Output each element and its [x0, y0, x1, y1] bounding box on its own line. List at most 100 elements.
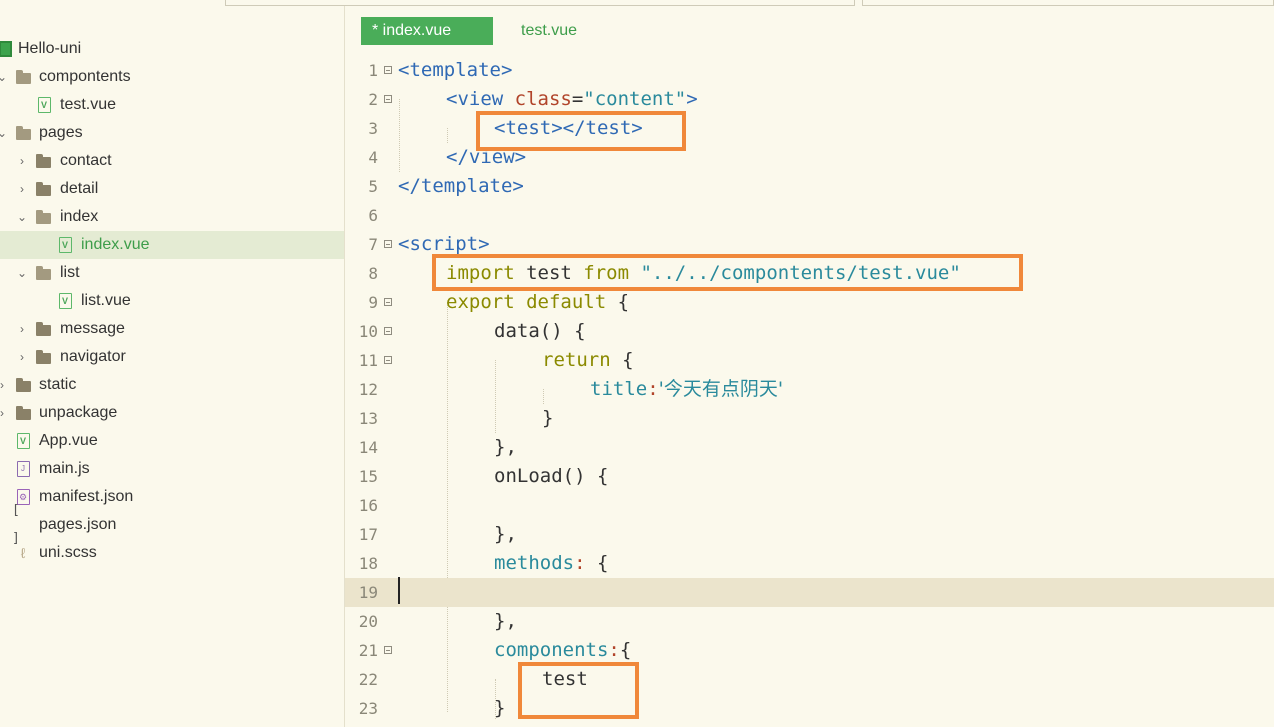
line-number: 1	[368, 61, 378, 80]
line-number: 21	[358, 641, 378, 660]
code-text: onLoad() {	[494, 465, 609, 487]
folder-open-icon	[14, 119, 32, 147]
code-line[interactable]: 18 methods: {	[345, 549, 1274, 578]
line-number: 12	[358, 380, 378, 399]
chevron-down-icon[interactable]: ⌄	[16, 259, 28, 287]
tree-item-list[interactable]: ⌄ list	[0, 259, 344, 287]
chevron-right-icon[interactable]: ›	[0, 371, 8, 399]
code-line[interactable]: 9 export default {	[345, 288, 1274, 317]
chevron-right-icon[interactable]: ›	[0, 399, 8, 427]
tree-item-static[interactable]: › static	[0, 371, 344, 399]
code-text: export default {	[446, 291, 630, 313]
code-editor[interactable]: 1 <template> 2 <view class="content"> 3 …	[345, 56, 1274, 727]
code-line[interactable]: 14 },	[345, 433, 1274, 462]
tree-item-main-js[interactable]: J main.js	[0, 455, 344, 483]
code-line[interactable]: 11 return {	[345, 346, 1274, 375]
chevron-right-icon[interactable]: ›	[16, 343, 28, 371]
code-text: }	[494, 697, 506, 719]
tree-label: navigator	[60, 348, 126, 365]
code-line[interactable]: 13 }	[345, 404, 1274, 433]
line-number: 13	[358, 409, 378, 428]
code-line[interactable]: 10 data() {	[345, 317, 1274, 346]
tree-item-detail[interactable]: › detail	[0, 175, 344, 203]
chevron-right-icon[interactable]: ›	[16, 147, 28, 175]
code-text: <template>	[398, 59, 513, 81]
code-text: }	[542, 407, 554, 429]
line-number: 14	[358, 438, 378, 457]
chevron-down-icon[interactable]: ⌄	[0, 63, 8, 91]
tree-item-manifest-json[interactable]: ⚙ manifest.json	[0, 483, 344, 511]
line-number: 20	[358, 612, 378, 631]
tree-label: unpackage	[39, 404, 118, 421]
chevron-right-icon[interactable]: ›	[16, 175, 28, 203]
line-number: 5	[368, 177, 378, 196]
highlight-box-test-tag	[476, 111, 686, 151]
line-number: 8	[368, 264, 378, 283]
tree-item-compontents[interactable]: ⌄ compontents	[0, 63, 344, 91]
code-line-current[interactable]: 19	[345, 578, 1274, 607]
text-caret	[398, 577, 400, 604]
code-line[interactable]: 20 },	[345, 607, 1274, 636]
tree-item-index-vue[interactable]: V index.vue	[0, 231, 344, 259]
vue-file-icon: V	[56, 287, 74, 315]
line-number: 18	[358, 554, 378, 573]
fold-icon[interactable]	[384, 646, 392, 654]
code-line[interactable]: 16	[345, 491, 1274, 520]
tree-item-navigator[interactable]: › navigator	[0, 343, 344, 371]
tree-item-pages-json[interactable]: [ ] pages.json	[0, 503, 344, 546]
code-text: title:'今天有点阴天'	[590, 378, 784, 400]
tree-label: static	[39, 376, 77, 393]
line-number: 3	[368, 119, 378, 138]
code-line[interactable]: 15 onLoad() {	[345, 462, 1274, 491]
code-line[interactable]: 23 }	[345, 694, 1274, 723]
tree-item-app-vue[interactable]: V App.vue	[0, 427, 344, 455]
highlight-box-import	[432, 254, 1023, 291]
code-text: methods: {	[494, 552, 609, 574]
tree-label: compontents	[39, 68, 131, 85]
tree-item-index[interactable]: ⌄ index	[0, 203, 344, 231]
tree-item-uni-scss[interactable]: ℓ uni.scss	[0, 539, 344, 567]
tree-item-pages[interactable]: ⌄ pages	[0, 119, 344, 147]
folder-open-icon	[14, 63, 32, 91]
tab-test-vue[interactable]: test.vue	[521, 17, 577, 45]
folder-icon	[34, 147, 52, 175]
tree-item-project[interactable]: Hello-uni	[0, 35, 344, 63]
code-line[interactable]: 2 <view class="content">	[345, 85, 1274, 114]
code-line[interactable]: 22 test	[345, 665, 1274, 694]
code-line[interactable]: 17 },	[345, 520, 1274, 549]
code-text: },	[494, 610, 517, 632]
code-line[interactable]: 1 <template>	[345, 56, 1274, 85]
folder-open-icon	[34, 259, 52, 287]
tree-item-contact[interactable]: › contact	[0, 147, 344, 175]
tree-label: list.vue	[81, 292, 131, 309]
line-number: 19	[358, 583, 378, 602]
tree-item-list-vue[interactable]: V list.vue	[0, 287, 344, 315]
line-number: 16	[358, 496, 378, 515]
code-text: <view class="content">	[446, 88, 698, 110]
tab-index-vue[interactable]: * index.vue	[361, 17, 493, 45]
tree-label: index.vue	[81, 236, 150, 253]
code-text: },	[494, 436, 517, 458]
chevron-right-icon[interactable]: ›	[16, 315, 28, 343]
fold-icon[interactable]	[384, 66, 392, 74]
code-line[interactable]: 12 title:'今天有点阴天'	[345, 375, 1274, 404]
fold-icon[interactable]	[384, 356, 392, 364]
tree-item-unpackage[interactable]: › unpackage	[0, 399, 344, 427]
vue-file-icon: V	[35, 91, 53, 119]
fold-icon[interactable]	[384, 298, 392, 306]
tree-item-test-vue[interactable]: V test.vue	[0, 91, 344, 119]
folder-icon	[34, 175, 52, 203]
chevron-down-icon[interactable]: ⌄	[0, 119, 8, 147]
code-line[interactable]: 5 </template>	[345, 172, 1274, 201]
tree-label: message	[60, 320, 125, 337]
fold-icon[interactable]	[384, 240, 392, 248]
fold-icon[interactable]	[384, 95, 392, 103]
tree-label: App.vue	[39, 432, 98, 449]
chevron-down-icon[interactable]: ⌄	[16, 203, 28, 231]
tree-item-message[interactable]: › message	[0, 315, 344, 343]
toolbar-search-box[interactable]	[862, 0, 1274, 6]
code-text: components:{	[494, 639, 632, 661]
code-line[interactable]: 21 components:{	[345, 636, 1274, 665]
fold-icon[interactable]	[384, 327, 392, 335]
code-line[interactable]: 6	[345, 201, 1274, 230]
